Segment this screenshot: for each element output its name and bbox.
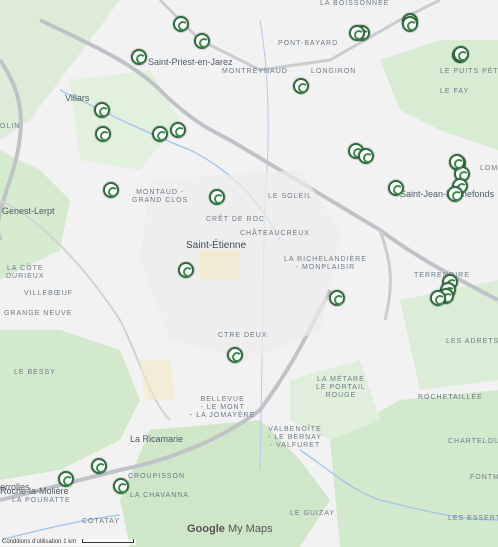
map-marker-pin[interactable] bbox=[113, 478, 129, 494]
map-marker-pin[interactable] bbox=[170, 122, 186, 138]
map-label: FONTM bbox=[470, 474, 498, 481]
map-label: Genest-Lerpt bbox=[2, 206, 55, 216]
map-marker-pin[interactable] bbox=[131, 49, 147, 65]
map-label: PONT-BAYARD bbox=[278, 40, 339, 47]
google-mymaps-logo: Google My Maps bbox=[187, 523, 273, 535]
map-marker-pin[interactable] bbox=[388, 180, 404, 196]
map-marker-pin[interactable] bbox=[95, 126, 111, 142]
map-marker-pin[interactable] bbox=[402, 16, 418, 32]
map-label: LA RICHELANDIÈRE - MONPLAISIR bbox=[284, 256, 367, 271]
google-brand: Google bbox=[187, 523, 225, 535]
map-marker-pin[interactable] bbox=[358, 148, 374, 164]
map-canvas[interactable]: Saint-Priest-en-Jarez Villars Saint-Étienn… bbox=[0, 0, 498, 547]
map-marker-pin[interactable] bbox=[293, 78, 309, 94]
scale-distance: 1 km bbox=[63, 539, 77, 545]
map-marker-pin[interactable] bbox=[194, 33, 210, 49]
map-marker-pin[interactable] bbox=[453, 46, 469, 62]
scale-bar bbox=[81, 539, 134, 544]
map-label: CHARTELOUP bbox=[448, 438, 498, 445]
map-marker-pin[interactable] bbox=[329, 290, 345, 306]
map-label: Saint-Priest-en-Jarez bbox=[148, 57, 233, 67]
map-label: LE GUIZAY bbox=[290, 510, 336, 517]
map-label: LOMBI bbox=[480, 165, 498, 172]
map-label: LES ESSERTIN bbox=[448, 515, 498, 522]
map-marker-pin[interactable] bbox=[447, 186, 463, 202]
map-marker-pin[interactable] bbox=[173, 16, 189, 32]
map-label: errolles bbox=[0, 482, 30, 492]
map-marker-pin[interactable] bbox=[94, 102, 110, 118]
map-label: La Ricamarie bbox=[130, 434, 184, 444]
map-scale: Conditions d'utilisation 1 km bbox=[0, 539, 136, 545]
map-label: LE SOLEIL bbox=[268, 193, 313, 200]
map-label: VILLEBŒUF bbox=[24, 290, 74, 297]
map-label: COTATAY bbox=[82, 518, 120, 525]
map-label: CROUPISSON bbox=[128, 473, 186, 480]
map-marker-pin[interactable] bbox=[349, 25, 365, 41]
map-label: LE PUITS PÉTIT bbox=[440, 68, 498, 75]
map-marker-pin[interactable] bbox=[58, 471, 74, 487]
map-label: Saint-Étienne bbox=[186, 240, 247, 251]
map-marker-pin[interactable] bbox=[178, 262, 194, 278]
terms-link[interactable]: Conditions d'utilisation bbox=[2, 539, 62, 545]
map-label: MONTAUD - GRAND CLOS bbox=[132, 189, 189, 204]
map-label: LE BESSY bbox=[14, 369, 56, 376]
map-label: LA MÉTARE LE PORTAIL ROUGE bbox=[316, 376, 366, 399]
map-label: CTRE DEUX bbox=[218, 332, 268, 339]
map-label: LA POURATTE bbox=[12, 497, 71, 504]
map-marker-pin[interactable] bbox=[152, 126, 168, 142]
map-marker-pin[interactable] bbox=[91, 458, 107, 474]
map-label: OLIN bbox=[0, 123, 21, 130]
map-label: BELLEVUE - LE MONT - LA JOMAYÈRE bbox=[190, 396, 256, 419]
map-label: GRANGE NEUVE bbox=[4, 310, 73, 317]
map-label: VALBENOÎTE - LE BERNAY - VALFURET bbox=[268, 426, 323, 449]
map-marker-pin[interactable] bbox=[449, 154, 465, 170]
map-label: ROCHETAILLÉE bbox=[418, 394, 483, 401]
mymaps-brand: My Maps bbox=[227, 523, 273, 535]
map-label: LA BOISSONNÉE bbox=[320, 0, 390, 7]
map-label: CRÊT DE ROC bbox=[206, 216, 266, 223]
map-label: LA CHAVANNA bbox=[130, 492, 189, 499]
map-label: MONTREYNAUD bbox=[222, 68, 288, 75]
map-label: LA CÔTE DURIEUX bbox=[6, 265, 45, 280]
map-marker-pin[interactable] bbox=[430, 290, 446, 306]
map-label: LES ADRETS bbox=[446, 338, 498, 345]
map-label: LE FAY bbox=[440, 88, 470, 95]
map-label: CHÂTEAUCREUX bbox=[240, 230, 310, 237]
map-label: Villars bbox=[65, 93, 90, 103]
map-marker-pin[interactable] bbox=[103, 182, 119, 198]
map-marker-pin[interactable] bbox=[209, 189, 225, 205]
map-label: LONGIRON bbox=[311, 68, 357, 75]
map-marker-pin[interactable] bbox=[227, 347, 243, 363]
